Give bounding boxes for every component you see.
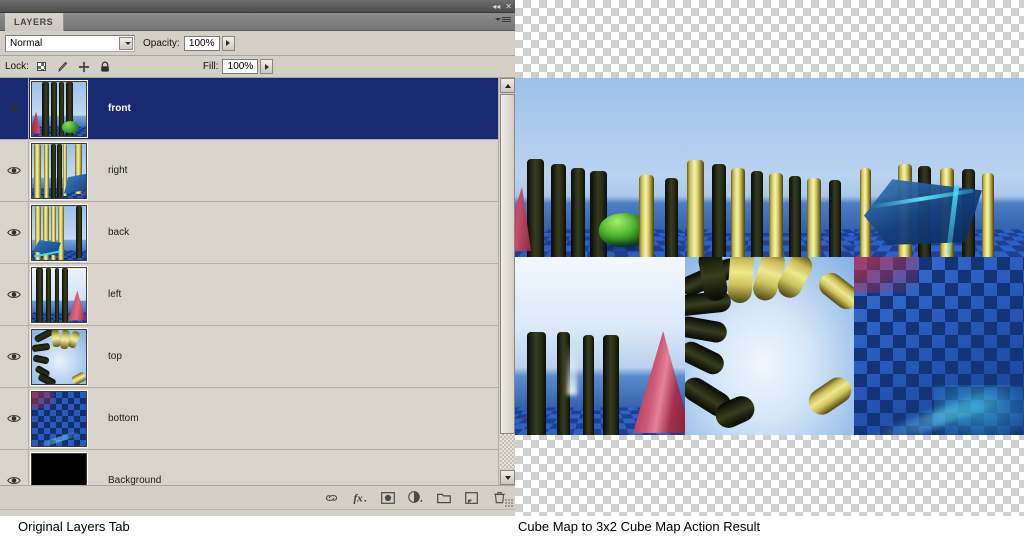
layer-row[interactable]: right xyxy=(0,140,498,202)
layer-visibility-toggle-left[interactable] xyxy=(0,264,29,325)
layer-name-label: top xyxy=(108,351,122,362)
lock-transparent-pixels-icon[interactable] xyxy=(36,61,48,73)
layer-name-label: bottom xyxy=(108,413,139,424)
cubemap-face-top xyxy=(685,257,854,435)
chevron-down-icon xyxy=(495,18,501,21)
blend-mode-select[interactable]: Normal xyxy=(5,34,135,52)
cubemap-face-left xyxy=(515,257,685,435)
blend-mode-row: Normal Opacity: 100% xyxy=(0,31,515,56)
opacity-label: Opacity: xyxy=(143,37,180,49)
lock-label: Lock: xyxy=(5,61,29,72)
fill-label: Fill: xyxy=(202,61,219,72)
opacity-input[interactable]: 100% xyxy=(183,35,220,51)
layer-visibility-toggle-right[interactable] xyxy=(0,140,29,201)
tab-layers[interactable]: LAYERS xyxy=(5,13,65,31)
close-icon[interactable]: ✕ xyxy=(505,2,512,11)
hamburger-icon xyxy=(502,17,511,22)
layer-row[interactable]: Background xyxy=(0,450,498,485)
layer-thumbnail-back[interactable] xyxy=(30,203,88,262)
layer-row[interactable]: front xyxy=(0,78,498,140)
cubemap-face-back xyxy=(854,78,1024,257)
new-group-button[interactable] xyxy=(436,490,451,505)
lock-buttons xyxy=(36,61,111,73)
layer-visibility-toggle-back[interactable] xyxy=(0,202,29,263)
panel-titlebar[interactable]: ◂◂ ✕ xyxy=(0,0,515,13)
add-layer-mask-button[interactable] xyxy=(380,490,395,505)
layer-visibility-toggle-background[interactable] xyxy=(0,450,29,485)
layers-panel: ◂◂ ✕ LAYERS Normal Opacity: 100% Lock: F… xyxy=(0,0,515,516)
scrollbar-thumb[interactable] xyxy=(500,94,515,434)
layer-row[interactable]: back xyxy=(0,202,498,264)
new-layer-button[interactable] xyxy=(464,490,479,505)
lock-all-icon[interactable] xyxy=(99,61,111,73)
caption-left: Original Layers Tab xyxy=(18,519,130,534)
fill-input[interactable]: 100% xyxy=(222,59,259,74)
layer-visibility-toggle-top[interactable] xyxy=(0,326,29,387)
layer-thumbnail-bottom[interactable] xyxy=(30,389,88,448)
cubemap-face-front xyxy=(515,78,685,257)
layer-row[interactable]: left xyxy=(0,264,498,326)
layer-name-label: left xyxy=(108,289,122,300)
layers-list[interactable]: front right back left top bottom Background xyxy=(0,78,498,485)
titlebar-buttons: ◂◂ ✕ xyxy=(492,1,512,12)
layer-thumbnail-right[interactable] xyxy=(30,141,88,200)
panel-bottom-edge xyxy=(0,509,515,516)
scroll-down-button[interactable] xyxy=(500,470,515,485)
lock-position-icon[interactable] xyxy=(78,61,90,73)
layer-row[interactable]: bottom xyxy=(0,388,498,450)
scroll-up-button[interactable] xyxy=(500,78,515,93)
layer-style-button[interactable]: fx xyxy=(352,490,367,505)
panel-menu-icon[interactable] xyxy=(495,17,511,22)
blend-mode-value: Normal xyxy=(10,37,43,49)
layers-scrollbar[interactable] xyxy=(498,78,515,485)
layer-row[interactable]: top xyxy=(0,326,498,388)
layer-visibility-toggle-front[interactable] xyxy=(0,78,29,139)
cubemap-grid xyxy=(515,78,1024,435)
adjustment-layer-button[interactable] xyxy=(408,490,423,505)
layer-thumbnail-background[interactable] xyxy=(30,451,88,485)
blend-mode-dropdown-arrow[interactable] xyxy=(119,36,133,50)
layers-panel-footer: fx xyxy=(0,485,515,509)
collapse-to-icons-icon[interactable]: ◂◂ xyxy=(492,2,500,11)
svg-text:fx: fx xyxy=(354,493,364,505)
layer-name-label: Background xyxy=(108,475,162,485)
layer-thumbnail-left[interactable] xyxy=(30,265,88,324)
layer-name-label: back xyxy=(108,227,130,238)
layer-visibility-toggle-bottom[interactable] xyxy=(0,388,29,449)
layer-thumbnail-top[interactable] xyxy=(30,327,88,386)
panel-resize-grip[interactable] xyxy=(505,499,513,507)
opacity-stepper[interactable] xyxy=(221,35,235,51)
layer-name-label: right xyxy=(108,165,128,176)
cubemap-face-bottom xyxy=(854,257,1024,435)
fill-stepper[interactable] xyxy=(260,59,274,74)
layer-name-label: front xyxy=(108,103,131,114)
lock-image-pixels-icon[interactable] xyxy=(57,61,69,73)
lock-row: Lock: Fill: 100% xyxy=(0,56,515,78)
layer-thumbnail-front[interactable] xyxy=(30,79,88,138)
cubemap-result-canvas xyxy=(515,0,1024,516)
link-layers-button[interactable] xyxy=(324,490,339,505)
cubemap-face-right xyxy=(685,78,854,257)
panel-tabstrip: LAYERS xyxy=(0,13,515,31)
scrollbar-track[interactable] xyxy=(500,94,515,469)
caption-right: Cube Map to 3x2 Cube Map Action Result xyxy=(518,519,761,534)
